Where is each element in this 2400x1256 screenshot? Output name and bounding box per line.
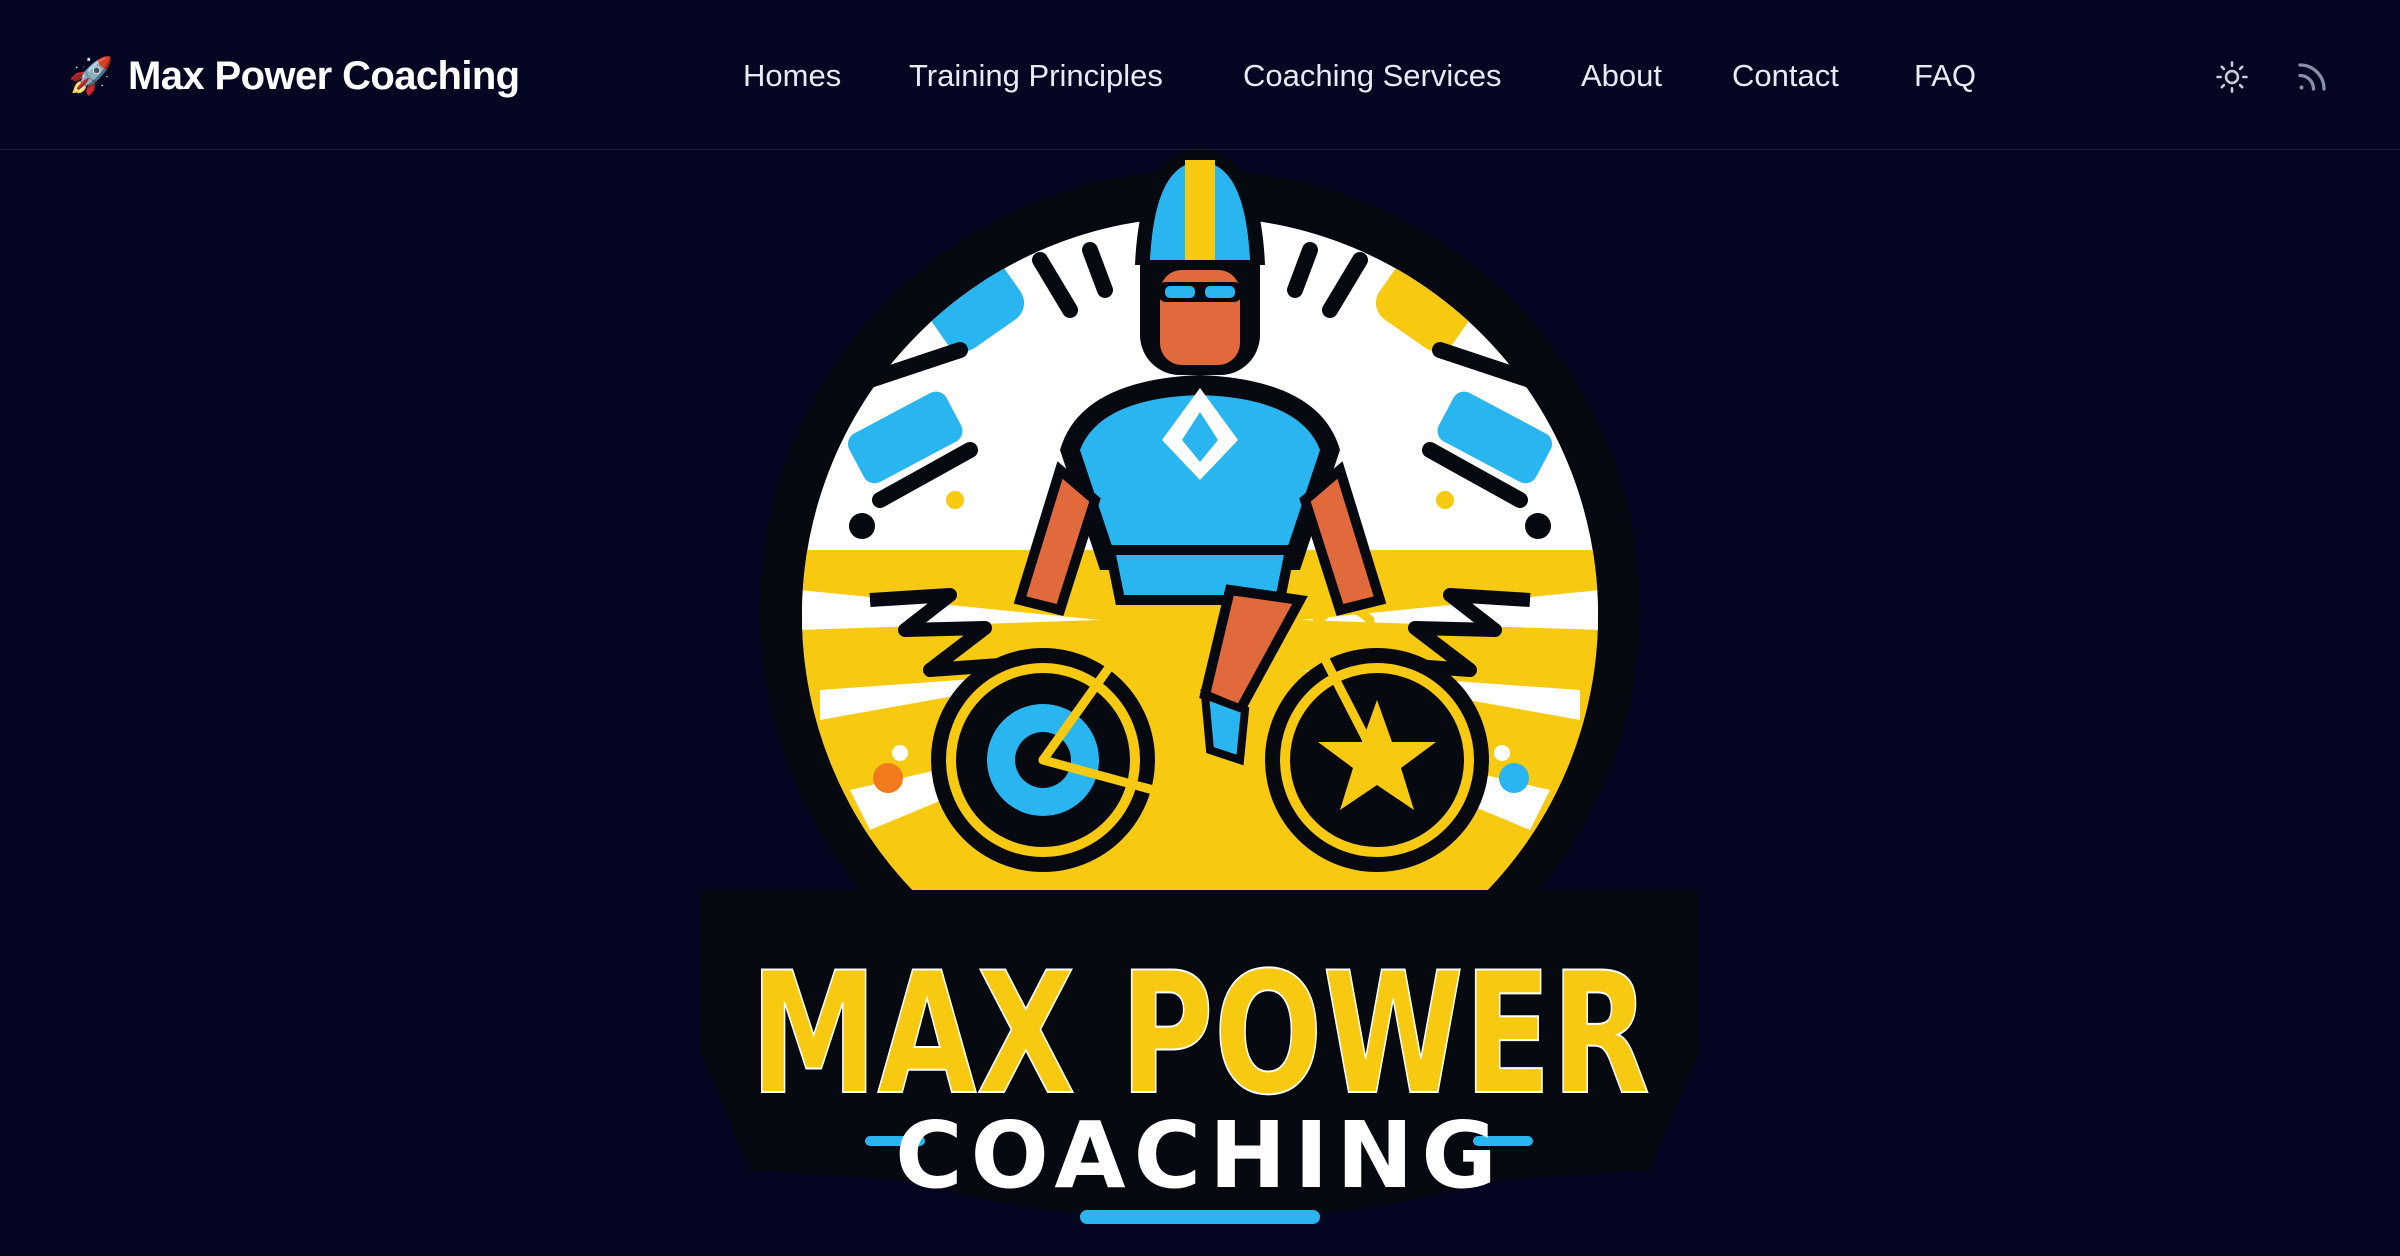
nav-item-coaching-services[interactable]: Coaching Services	[1243, 52, 1501, 100]
nav-item-contact[interactable]: Contact	[1732, 52, 1839, 100]
nav-item-about[interactable]: About	[1581, 52, 1662, 100]
sun-icon	[2216, 61, 2248, 93]
nav-item-faq[interactable]: FAQ	[1914, 52, 1976, 100]
nav-item-training-principles[interactable]: Training Principles	[909, 52, 1163, 100]
rss-icon	[2298, 63, 2326, 91]
rss-feed-button[interactable]	[2290, 55, 2334, 99]
logo-subtitle-text: COACHING	[895, 1102, 1505, 1209]
main-nav: Homes Training Principles Coaching Servi…	[0, 52, 2400, 100]
max-power-coaching-logo: MAX POWER COACHING	[700, 150, 1700, 1224]
nav-item-homes[interactable]: Homes	[743, 52, 841, 100]
top-navbar: 🚀 Max Power Coaching Homes Training Prin…	[0, 0, 2400, 150]
theme-toggle-button[interactable]	[2210, 55, 2254, 99]
hero-section: MAX POWER COACHING	[0, 150, 2400, 1256]
